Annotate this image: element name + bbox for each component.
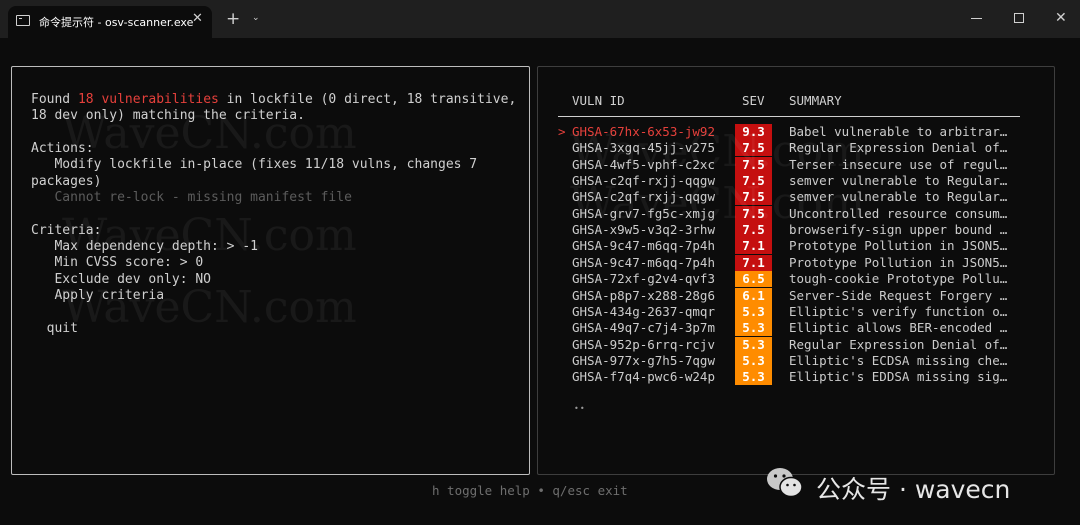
table-row[interactable]: GHSA-f7q4-pwc6-w24p 5.3 Elliptic's EDDSA m…	[538, 369, 1054, 386]
vuln-summary: Elliptic's ECDSA missing che…	[789, 352, 1008, 368]
minimize-button[interactable]	[971, 10, 982, 19]
tab-cmd[interactable]: 命令提示符 - osv-scanner.exe ✕	[8, 6, 212, 38]
severity-badge: 5.3	[735, 369, 772, 386]
brand-watermark: 公众号 · wavecn	[816, 475, 1011, 504]
table-row[interactable]: GHSA-9c47-m6qq-7p4h 7.1 Prototype Pollutio…	[538, 238, 1054, 255]
vuln-id: GHSA-p8p7-x288-28g6	[572, 287, 715, 303]
table-row[interactable]: GHSA-49q7-c7j4-3p7m 5.3 Elliptic allows BE…	[538, 320, 1054, 337]
found-line: Found 18 vulnerabilities in lockfile (0 …	[31, 92, 516, 108]
watermark: WaveCN.com	[62, 282, 357, 333]
action-modify-lockfile[interactable]: Modify lockfile in-place (fixes 11/18 vu…	[31, 157, 477, 173]
action-modify-lockfile-cont[interactable]: packages)	[31, 174, 101, 190]
watermark: WaveCN.com	[570, 178, 865, 229]
vuln-summary: Elliptic's EDDSA missing sig…	[789, 369, 1008, 385]
severity-badge: 5.3	[735, 303, 772, 320]
vuln-summary: Elliptic's verify function o…	[789, 303, 1008, 319]
severity-badge: 6.5	[735, 271, 772, 288]
tab-close-button[interactable]: ✕	[192, 11, 203, 26]
table-row[interactable]: GHSA-977x-g7h5-7qgw 5.3 Elliptic's ECDSA m…	[538, 352, 1054, 369]
severity-badge: 7.1	[735, 238, 772, 255]
watermark: WaveCN.com	[570, 126, 865, 177]
help-bar: h toggle help • q/esc exit	[432, 483, 628, 498]
found-prefix: Found	[31, 92, 78, 107]
table-row[interactable]: GHSA-p8p7-x288-28g6 6.1 Server-Side Reques…	[538, 287, 1054, 304]
watermark: WaveCN.com	[62, 210, 357, 261]
severity-badge: 5.3	[735, 352, 772, 369]
severity-badge: 7.1	[735, 254, 772, 271]
action-relock-disabled: Cannot re-lock - missing manifest file	[31, 190, 352, 205]
vuln-summary: tough-cookie Prototype Pollu…	[789, 271, 1008, 287]
vuln-summary: Prototype Pollution in JSON5…	[789, 254, 1008, 270]
vuln-summary: Prototype Pollution in JSON5…	[789, 238, 1008, 254]
table-row[interactable]: GHSA-72xf-g2v4-qvf3 6.5 tough-cookie Proto…	[538, 271, 1054, 288]
table-row[interactable]: GHSA-952p-6rrq-rcjv 5.3 Regular Expression…	[538, 336, 1054, 353]
severity-badge: 5.3	[735, 336, 772, 353]
pagination-dots: ••	[574, 404, 586, 413]
vuln-summary: Server-Side Request Forgery …	[789, 287, 1008, 303]
vuln-id: GHSA-49q7-c7j4-3p7m	[572, 320, 715, 336]
vuln-id: GHSA-977x-g7h5-7qgw	[572, 352, 715, 368]
header-vuln-id: VULN ID	[572, 93, 625, 108]
title-bar: 命令提示符 - osv-scanner.exe ✕ + ⌄ ✕	[0, 0, 1080, 38]
vuln-id: GHSA-f7q4-pwc6-w24p	[572, 369, 715, 385]
vuln-id: GHSA-9c47-m6qq-7p4h	[572, 254, 715, 270]
table-row[interactable]: GHSA-434g-2637-qmqr 5.3 Elliptic's verify …	[538, 303, 1054, 320]
severity-badge: 6.1	[735, 287, 772, 304]
vuln-id: GHSA-9c47-m6qq-7p4h	[572, 238, 715, 254]
close-window-button[interactable]: ✕	[1055, 10, 1067, 26]
minimize-icon	[971, 18, 982, 19]
header-divider	[558, 116, 1020, 117]
new-tab-button[interactable]: +	[226, 9, 240, 29]
wechat-logo-icon	[767, 468, 803, 498]
vuln-id: GHSA-72xf-g2v4-qvf3	[572, 271, 715, 287]
vuln-id: GHSA-434g-2637-qmqr	[572, 303, 715, 319]
maximize-icon	[1014, 13, 1024, 23]
vuln-summary: Elliptic allows BER-encoded …	[789, 320, 1008, 336]
maximize-button[interactable]	[1014, 10, 1024, 23]
found-suffix: in lockfile (0 direct, 18 transitive,	[218, 92, 517, 107]
vuln-id: GHSA-952p-6rrq-rcjv	[572, 336, 715, 352]
tab-dropdown-button[interactable]: ⌄	[252, 13, 260, 23]
severity-badge: 5.3	[735, 320, 772, 337]
row-cursor: >	[558, 124, 566, 139]
table-row[interactable]: GHSA-9c47-m6qq-7p4h 7.1 Prototype Pollutio…	[538, 254, 1054, 271]
header-sev: SEV	[742, 93, 765, 108]
vuln-count: 18 vulnerabilities	[77, 92, 219, 107]
watermark: WaveCN.com	[62, 108, 357, 159]
header-summary: SUMMARY	[789, 93, 842, 108]
tab-title: 命令提示符 - osv-scanner.exe	[39, 16, 194, 29]
vuln-summary: Regular Expression Denial of…	[789, 336, 1008, 352]
terminal-icon	[16, 15, 30, 26]
